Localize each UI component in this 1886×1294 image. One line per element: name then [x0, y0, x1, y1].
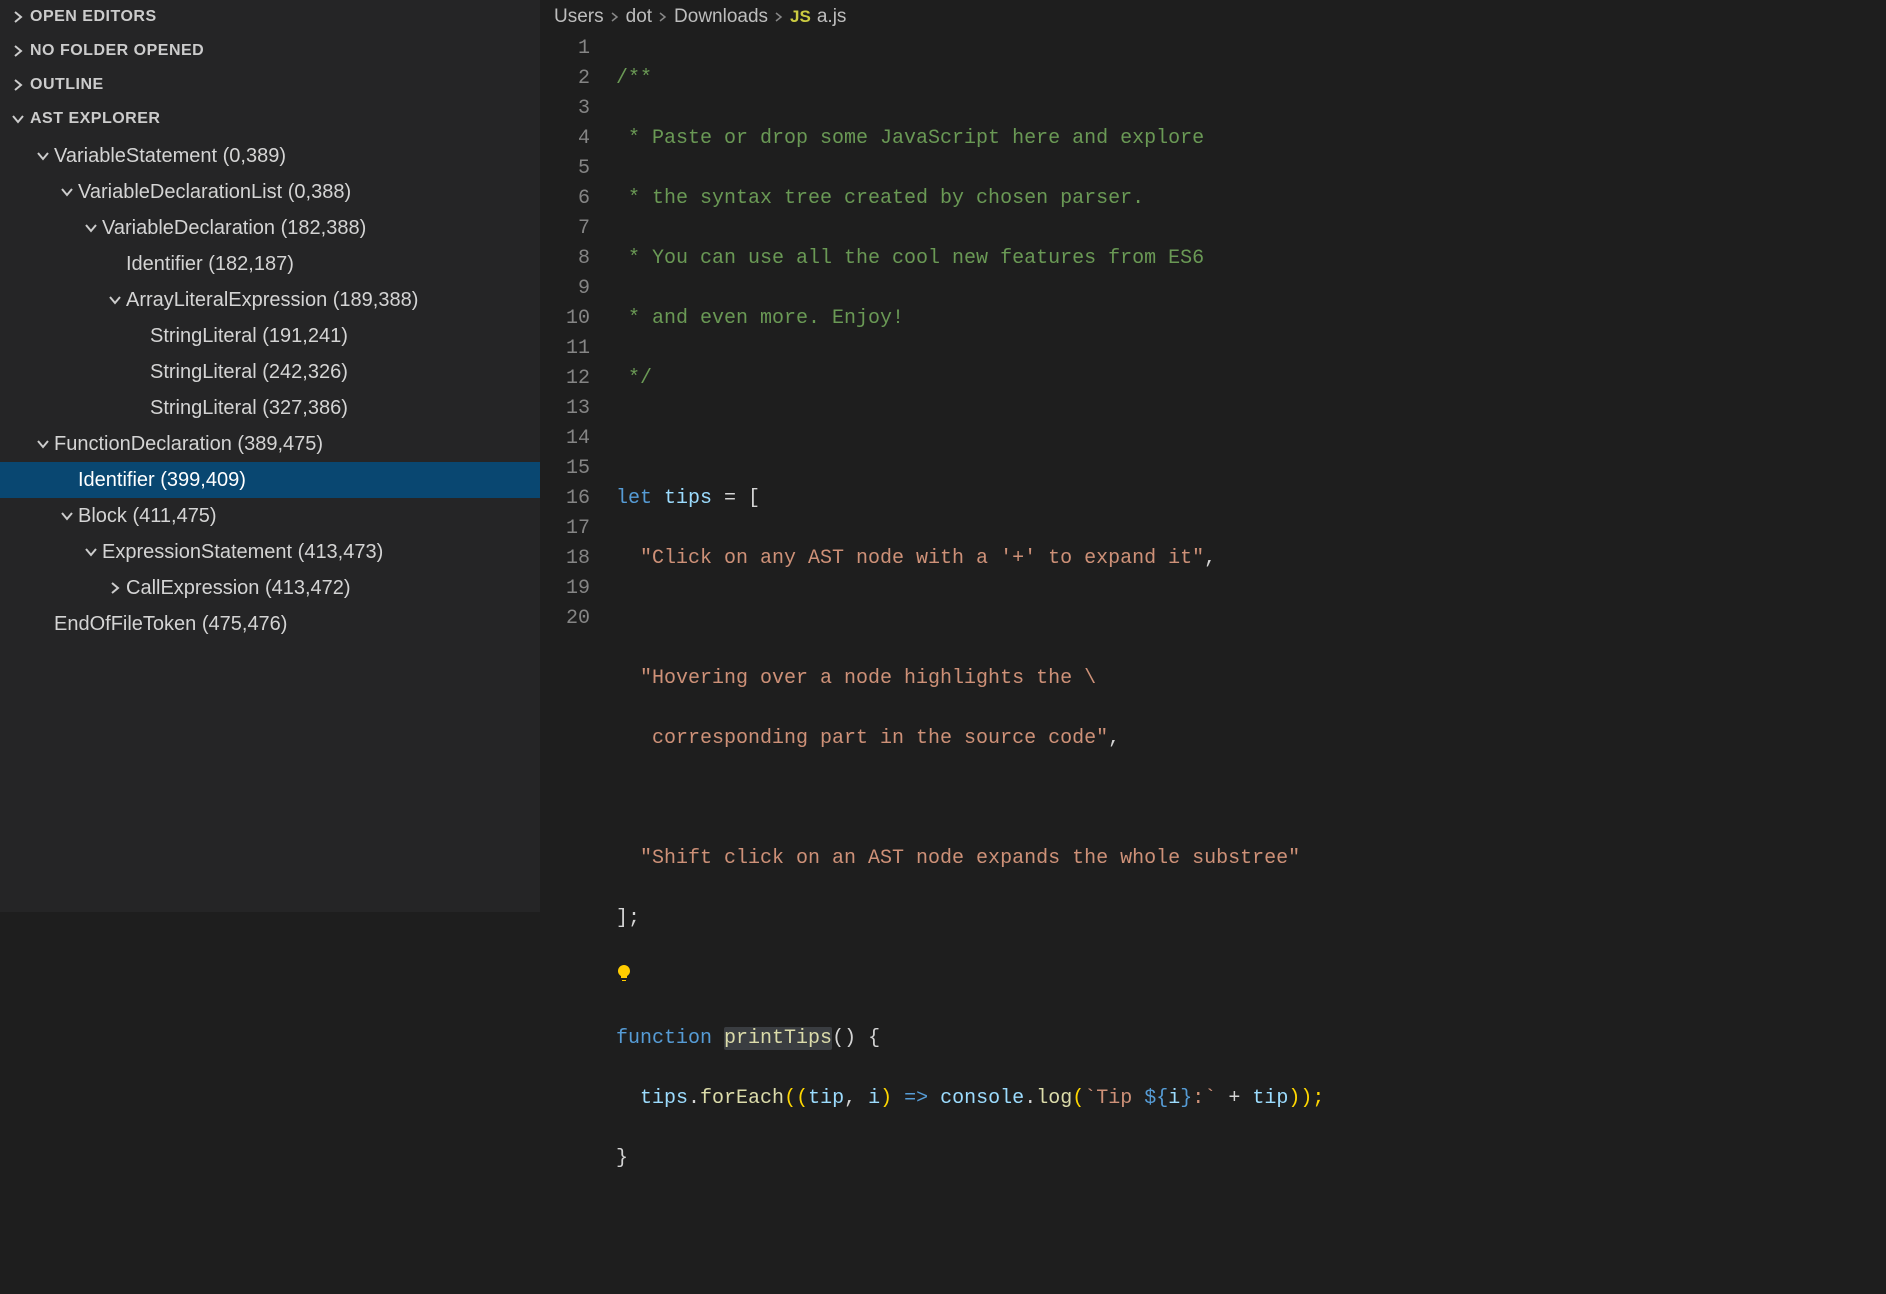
- chevron-down-icon[interactable]: [82, 546, 100, 558]
- chevron-down-icon[interactable]: [34, 150, 52, 162]
- breadcrumb[interactable]: Users dot Downloads JS a.js: [540, 0, 1886, 34]
- chevron-down-icon: [10, 113, 26, 125]
- tree-item-label: StringLiteral (242,326): [148, 361, 348, 384]
- chevron-down-icon[interactable]: [82, 222, 100, 234]
- line-number: 15: [540, 454, 590, 484]
- section-label: NO FOLDER OPENED: [30, 42, 204, 60]
- tree-item-label: VariableDeclaration (182,388): [100, 217, 366, 240]
- tree-item-label: FunctionDeclaration (389,475): [52, 433, 323, 456]
- ast-tree: VariableStatement (0,389) VariableDeclara…: [0, 136, 540, 652]
- breadcrumb-part[interactable]: Users: [554, 6, 604, 28]
- tree-item[interactable]: ExpressionStatement (413,473): [0, 534, 540, 570]
- tree-item-label: EndOfFileToken (475,476): [52, 613, 287, 636]
- code-content[interactable]: /** * Paste or drop some JavaScript here…: [616, 34, 1886, 1294]
- line-number: 7: [540, 214, 590, 244]
- chevron-right-icon: [658, 6, 668, 28]
- line-number: 3: [540, 94, 590, 124]
- line-number: 1: [540, 34, 590, 64]
- tree-item-label: Block (411,475): [76, 505, 217, 528]
- lightbulb-icon[interactable]: [616, 964, 632, 984]
- tree-item[interactable]: StringLiteral (242,326): [0, 354, 540, 390]
- line-number: 13: [540, 394, 590, 424]
- tree-item-label: VariableStatement (0,389): [52, 145, 286, 168]
- sidebar: OPEN EDITORS NO FOLDER OPENED OUTLINE AST E…: [0, 0, 540, 912]
- line-number: 10: [540, 304, 590, 334]
- section-header[interactable]: AST EXPLORER: [0, 102, 540, 136]
- tree-item-label: VariableDeclarationList (0,388): [76, 181, 351, 204]
- chevron-right-icon: [10, 45, 26, 57]
- tree-item-label: Identifier (399,409): [76, 469, 246, 492]
- tree-item[interactable]: Identifier (182,187): [0, 246, 540, 282]
- line-number: 12: [540, 364, 590, 394]
- tree-item[interactable]: FunctionDeclaration (389,475): [0, 426, 540, 462]
- tree-item-label: ExpressionStatement (413,473): [100, 541, 383, 564]
- chevron-right-icon: [774, 6, 784, 28]
- js-file-icon: JS: [790, 7, 811, 27]
- tree-item[interactable]: Identifier (399,409): [0, 462, 540, 498]
- breadcrumb-file[interactable]: a.js: [817, 6, 847, 28]
- tree-item[interactable]: VariableDeclarationList (0,388): [0, 174, 540, 210]
- tree-item-label: StringLiteral (191,241): [148, 325, 348, 348]
- line-number: 19: [540, 574, 590, 604]
- line-number-gutter: 1234567891011121314151617181920: [540, 34, 616, 1294]
- line-number: 9: [540, 274, 590, 304]
- section-header[interactable]: OUTLINE: [0, 68, 540, 102]
- section-header[interactable]: NO FOLDER OPENED: [0, 34, 540, 68]
- chevron-right-icon: [10, 79, 26, 91]
- section-label: OPEN EDITORS: [30, 8, 157, 26]
- breadcrumb-part[interactable]: Downloads: [674, 6, 768, 28]
- tree-item-label: ArrayLiteralExpression (189,388): [124, 289, 418, 312]
- line-number: 20: [540, 604, 590, 634]
- section-header[interactable]: OPEN EDITORS: [0, 0, 540, 34]
- tree-item[interactable]: VariableStatement (0,389): [0, 138, 540, 174]
- tree-item[interactable]: ArrayLiteralExpression (189,388): [0, 282, 540, 318]
- code-editor[interactable]: 1234567891011121314151617181920 /** * Pa…: [540, 34, 1886, 1294]
- tree-item-label: StringLiteral (327,386): [148, 397, 348, 420]
- section-label: OUTLINE: [30, 76, 104, 94]
- line-number: 18: [540, 544, 590, 574]
- line-number: 2: [540, 64, 590, 94]
- line-number: 5: [540, 154, 590, 184]
- tree-item-label: CallExpression (413,472): [124, 577, 351, 600]
- tree-item[interactable]: StringLiteral (191,241): [0, 318, 540, 354]
- editor-pane: Users dot Downloads JS a.js 123456789101…: [540, 0, 1886, 912]
- tree-item[interactable]: CallExpression (413,472): [0, 570, 540, 606]
- tree-item[interactable]: EndOfFileToken (475,476): [0, 606, 540, 642]
- line-number: 11: [540, 334, 590, 364]
- section-label: AST EXPLORER: [30, 110, 160, 128]
- tree-item[interactable]: StringLiteral (327,386): [0, 390, 540, 426]
- line-number: 14: [540, 424, 590, 454]
- line-number: 17: [540, 514, 590, 544]
- tree-item-label: Identifier (182,187): [124, 253, 294, 276]
- line-number: 6: [540, 184, 590, 214]
- chevron-down-icon[interactable]: [34, 438, 52, 450]
- chevron-down-icon[interactable]: [58, 510, 76, 522]
- breadcrumb-part[interactable]: dot: [626, 6, 652, 28]
- chevron-right-icon[interactable]: [106, 582, 124, 594]
- chevron-right-icon: [10, 11, 26, 23]
- tree-item[interactable]: Block (411,475): [0, 498, 540, 534]
- line-number: 16: [540, 484, 590, 514]
- tree-item[interactable]: VariableDeclaration (182,388): [0, 210, 540, 246]
- chevron-down-icon[interactable]: [58, 186, 76, 198]
- line-number: 4: [540, 124, 590, 154]
- line-number: 8: [540, 244, 590, 274]
- chevron-down-icon[interactable]: [106, 294, 124, 306]
- chevron-right-icon: [610, 6, 620, 28]
